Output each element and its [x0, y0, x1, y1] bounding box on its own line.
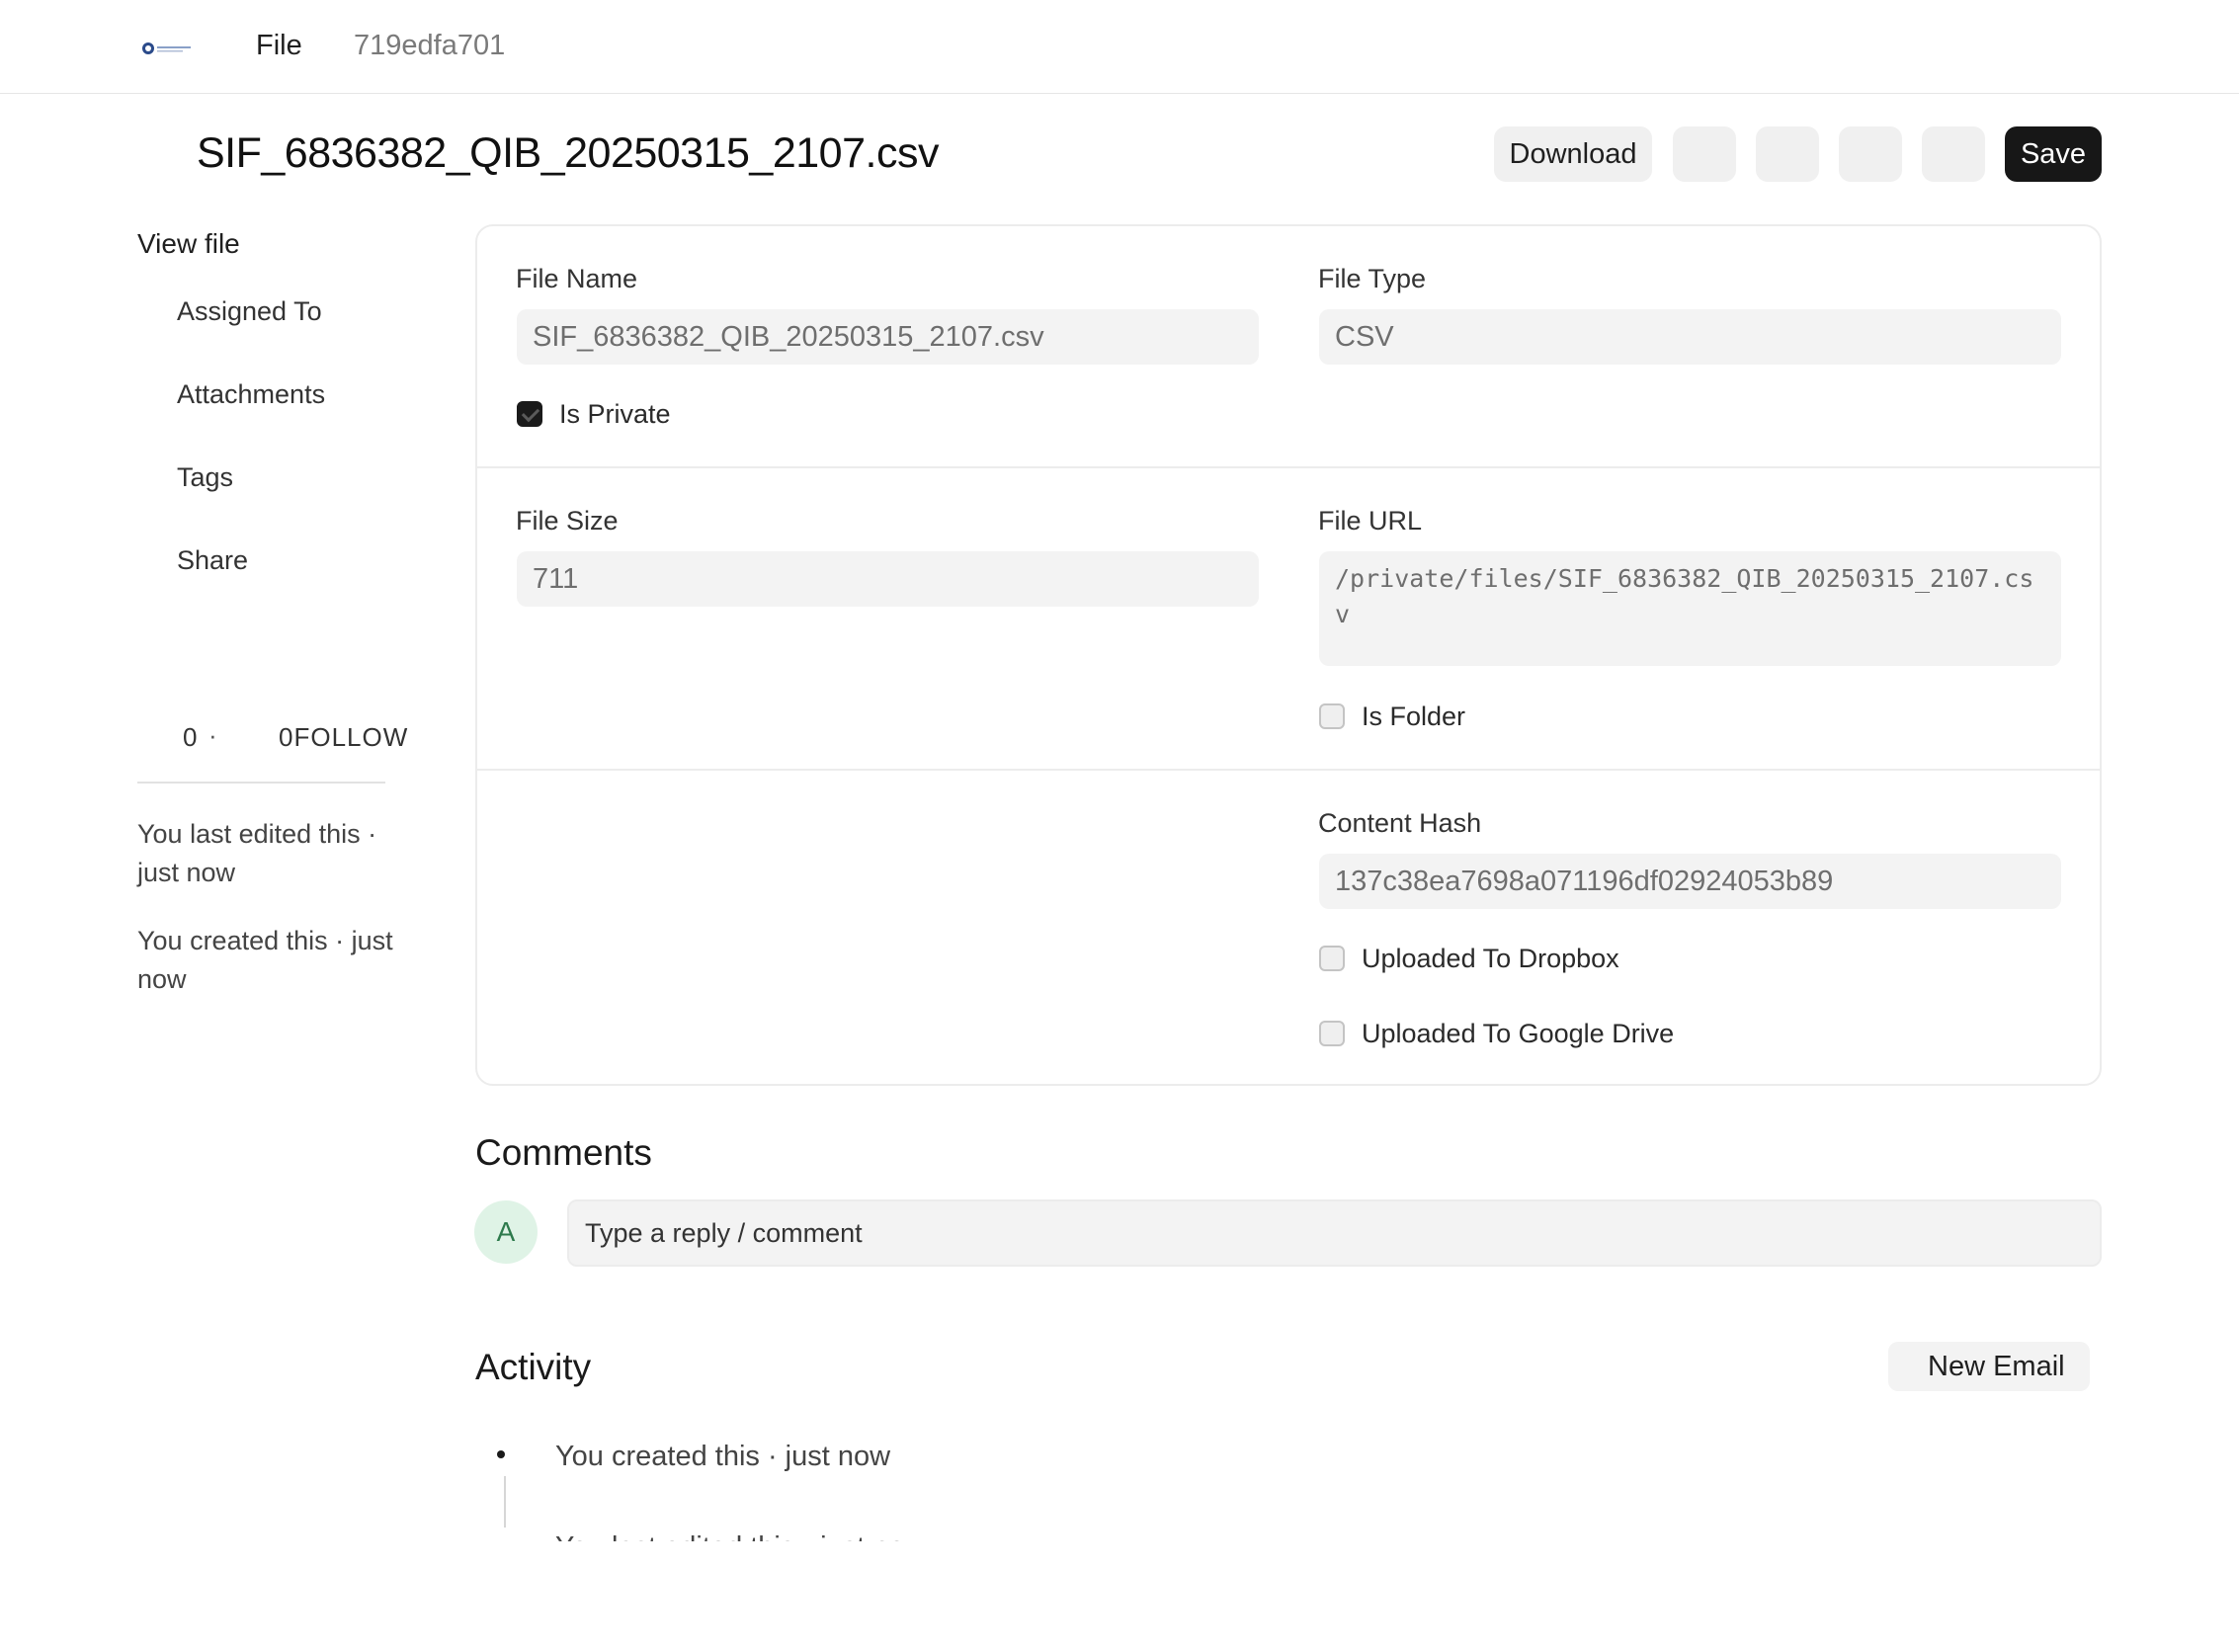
uploaded-to-google-drive-label: Uploaded To Google Drive: [1362, 1019, 1675, 1048]
follow-separator: ·: [208, 720, 217, 750]
top-navbar: File 719edfa701: [0, 0, 2239, 94]
uploaded-to-dropbox-checkbox[interactable]: [1319, 946, 1345, 971]
file-url-label: File URL: [1318, 506, 1423, 536]
file-name-field[interactable]: SIF_6836382_QIB_20250315_2107.csv: [517, 309, 1259, 365]
follow-button[interactable]: 0FOLLOW: [279, 722, 408, 753]
uploaded-to-google-drive-checkbox[interactable]: [1319, 1021, 1345, 1046]
content-hash-field[interactable]: 137c38ea7698a071196df02924053b89: [1319, 854, 2061, 909]
sidebar-item-tags[interactable]: Tags: [177, 462, 233, 493]
file-url-field[interactable]: /private/files/SIF_6836382_QIB_20250315_…: [1319, 551, 2061, 666]
uploaded-to-dropbox-label: Uploaded To Dropbox: [1362, 944, 1619, 973]
timeline-bullet: [497, 1450, 505, 1458]
comments-heading: Comments: [475, 1132, 652, 1173]
file-type-field[interactable]: CSV: [1319, 309, 2061, 365]
next-doc-button[interactable]: [1756, 126, 1819, 182]
user-avatar: A: [474, 1200, 538, 1264]
section-divider: [477, 466, 2100, 468]
activity-heading: Activity: [475, 1347, 592, 1387]
previous-doc-button[interactable]: [1673, 126, 1736, 182]
print-button[interactable]: [1839, 126, 1902, 182]
last-edited-info: You last edited this · just now: [137, 819, 377, 887]
content-hash-label: Content Hash: [1318, 808, 1482, 838]
is-private-label: Is Private: [559, 399, 671, 429]
sidebar-view-file[interactable]: View file: [137, 228, 240, 260]
is-folder-label: Is Folder: [1362, 702, 1466, 731]
download-button[interactable]: Download: [1494, 126, 1652, 182]
file-size-field[interactable]: 711: [517, 551, 1259, 607]
is-private-checkbox[interactable]: [517, 401, 542, 427]
more-actions-button[interactable]: [1922, 126, 1985, 182]
breadcrumb-document-id[interactable]: 719edfa701: [354, 30, 505, 62]
page-title: SIF_6836382_QIB_20250315_2107.csv: [197, 129, 939, 177]
sidebar-divider: [137, 782, 385, 784]
activity-item: You created this · just now: [555, 1441, 891, 1472]
follower-count: 0: [183, 722, 198, 752]
file-details-card: File Name SIF_6836382_QIB_20250315_2107.…: [475, 224, 2102, 1086]
sidebar-item-assigned-to[interactable]: Assigned To: [177, 296, 322, 327]
comment-input[interactable]: [567, 1199, 2102, 1267]
is-folder-checkbox[interactable]: [1319, 703, 1345, 729]
app-logo[interactable]: [141, 39, 195, 58]
sidebar-item-share[interactable]: Share: [177, 545, 248, 576]
timeline-line: [504, 1476, 506, 1528]
new-email-button[interactable]: New Email: [1888, 1342, 2090, 1391]
save-button[interactable]: Save: [2005, 126, 2102, 182]
created-info: You created this · just now: [137, 926, 393, 994]
file-type-label: File Type: [1318, 264, 1427, 293]
sidebar-item-attachments[interactable]: Attachments: [177, 379, 325, 410]
file-name-label: File Name: [516, 264, 638, 293]
section-divider: [477, 769, 2100, 771]
breadcrumb-file[interactable]: File: [256, 30, 302, 62]
activity-item: You last edited this · just now: [555, 1528, 926, 1541]
file-size-label: File Size: [516, 506, 619, 536]
